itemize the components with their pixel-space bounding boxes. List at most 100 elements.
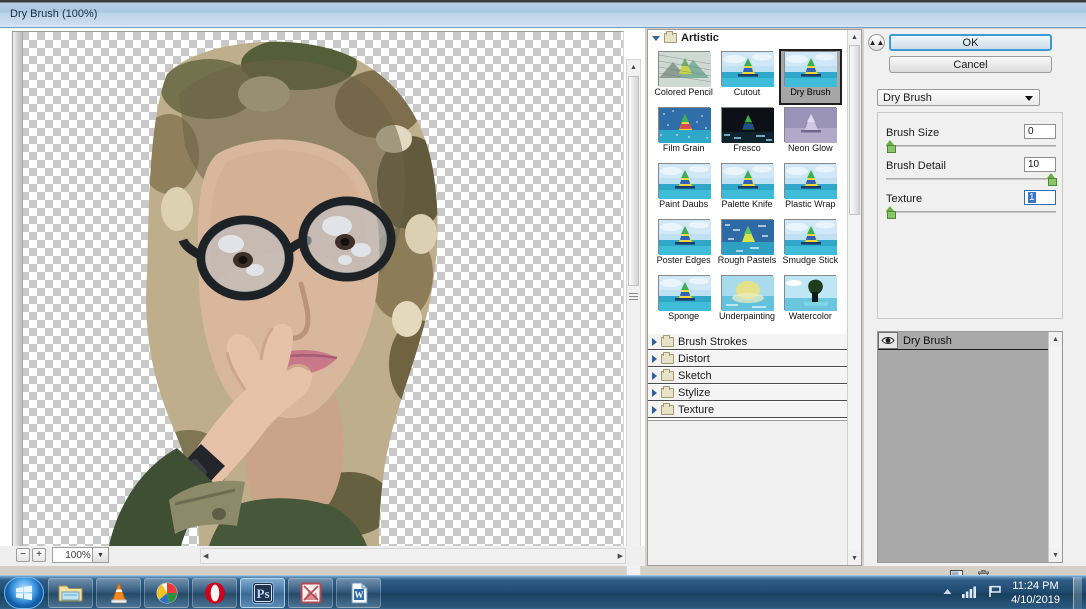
scroll-up-icon[interactable]: ▲ bbox=[627, 60, 640, 74]
filter-preview-image bbox=[657, 107, 711, 143]
filter-label: Smudge Stick bbox=[782, 255, 839, 265]
category-label: Sketch bbox=[678, 369, 712, 382]
filter-thumbnail-sponge[interactable]: Sponge bbox=[652, 273, 715, 329]
chevron-down-icon[interactable] bbox=[652, 35, 660, 41]
filter-thumbnail-dry-brush[interactable]: Dry Brush bbox=[778, 49, 842, 105]
filter-thumbnail-cutout[interactable]: Cutout bbox=[715, 49, 778, 105]
action-center-icon[interactable] bbox=[988, 585, 1002, 601]
eye-visibility-icon[interactable] bbox=[878, 332, 898, 349]
gallery-scrollbar-thumb[interactable] bbox=[849, 45, 860, 215]
filter-thumbnail-rough-pastels[interactable]: Rough Pastels bbox=[715, 217, 778, 273]
category-row-distort[interactable]: Distort bbox=[648, 350, 848, 367]
svg-text:Ps: Ps bbox=[256, 586, 269, 601]
chevron-right-icon[interactable] bbox=[652, 337, 657, 346]
slider-knob-brush-size[interactable] bbox=[886, 140, 896, 153]
filter-label: Neon Glow bbox=[788, 143, 833, 153]
effect-layer-list[interactable]: Dry Brush ▲ ▼ bbox=[877, 331, 1063, 563]
effect-layer-scrollbar[interactable]: ▲ ▼ bbox=[1048, 332, 1062, 562]
layer-scroll-down-icon[interactable]: ▼ bbox=[1049, 548, 1062, 562]
taskbar-item-opera-browser[interactable] bbox=[192, 578, 237, 608]
scroll-right-icon[interactable]: ▶ bbox=[618, 552, 623, 560]
image-preview-canvas[interactable] bbox=[12, 31, 624, 559]
windows-taskbar: Ps W 11:24 PM 4/10/2019 bbox=[0, 575, 1086, 609]
filter-thumbnail-plastic-wrap[interactable]: Plastic Wrap bbox=[779, 161, 842, 217]
filter-label: Paint Daubs bbox=[659, 199, 709, 209]
taskbar-item-paint-net[interactable] bbox=[144, 578, 189, 608]
window-titlebar[interactable]: Dry Brush (100%) bbox=[0, 0, 1086, 28]
ok-button[interactable]: OK bbox=[889, 34, 1052, 51]
slider-value-texture[interactable]: 1 bbox=[1024, 190, 1056, 205]
chevron-right-icon[interactable] bbox=[652, 405, 657, 414]
slider-track-brush-detail[interactable] bbox=[886, 178, 1056, 180]
taskbar-item-microsoft-word[interactable]: W bbox=[336, 578, 381, 608]
filter-thumbnail-palette-knife[interactable]: Palette Knife bbox=[715, 161, 778, 217]
filter-label: Colored Pencil bbox=[654, 87, 713, 97]
gallery-scroll-down-icon[interactable]: ▼ bbox=[848, 551, 861, 565]
slider-knob-texture[interactable] bbox=[886, 206, 896, 219]
filter-thumbnail-poster-edges[interactable]: Poster Edges bbox=[652, 217, 715, 273]
category-row-stylize[interactable]: Stylize bbox=[648, 384, 848, 401]
zoom-level-dropdown-icon[interactable]: ▼ bbox=[92, 547, 109, 563]
category-artistic-header[interactable]: Artistic bbox=[648, 30, 848, 46]
filter-preview-image bbox=[784, 163, 838, 199]
gallery-scroll-up-icon[interactable]: ▲ bbox=[848, 30, 861, 44]
signal-bars-glyph bbox=[962, 586, 977, 598]
slider-track-texture[interactable] bbox=[886, 211, 1056, 213]
filter-thumbnail-smudge-stick[interactable]: Smudge Stick bbox=[779, 217, 842, 273]
preview-vertical-scrollbar[interactable]: ▲ ▼ bbox=[626, 59, 641, 587]
chevron-right-icon[interactable] bbox=[652, 354, 657, 363]
effect-layer-item[interactable]: Dry Brush bbox=[878, 332, 1049, 350]
filter-thumbnail-colored-pencil[interactable]: Colored Pencil bbox=[652, 49, 715, 105]
folder-icon bbox=[661, 368, 674, 381]
paint-palette-icon bbox=[156, 582, 177, 604]
folder-icon bbox=[661, 402, 674, 415]
category-row-sketch[interactable]: Sketch bbox=[648, 367, 848, 384]
filter-thumbnail-fresco[interactable]: Fresco bbox=[715, 105, 778, 161]
filter-label: Plastic Wrap bbox=[785, 199, 836, 209]
panel-splitter-handle[interactable] bbox=[622, 273, 644, 319]
slider-knob-brush-detail[interactable] bbox=[1047, 173, 1057, 186]
layer-scroll-up-icon[interactable]: ▲ bbox=[1049, 332, 1062, 346]
category-row-texture[interactable]: Texture bbox=[648, 401, 848, 418]
filter-thumbnail-film-grain[interactable]: Film Grain bbox=[652, 105, 715, 161]
filter-label: Poster Edges bbox=[656, 255, 711, 265]
zoom-out-button[interactable]: − bbox=[16, 548, 30, 562]
chevron-down-icon[interactable] bbox=[1025, 96, 1033, 101]
collapse-panel-icon[interactable]: ▲▲ bbox=[868, 34, 885, 51]
network-signal-icon[interactable] bbox=[962, 585, 979, 601]
clock-time: 11:24 PM bbox=[1012, 580, 1059, 592]
chevron-right-icon[interactable] bbox=[652, 371, 657, 380]
slider-value-brush-size[interactable]: 0 bbox=[1024, 124, 1056, 139]
scroll-left-icon[interactable]: ◀ bbox=[203, 552, 208, 560]
show-hidden-icons-icon[interactable] bbox=[942, 587, 953, 599]
filter-preview-image bbox=[784, 275, 838, 311]
folder-icon bbox=[661, 334, 674, 347]
cancel-button[interactable]: Cancel bbox=[889, 56, 1052, 73]
chevron-right-icon[interactable] bbox=[652, 388, 657, 397]
filter-preview-image bbox=[720, 163, 774, 199]
filter-settings-panel: ▲▲ OK Cancel Dry Brush Brush Size 0 Brush … bbox=[864, 29, 1086, 583]
taskbar-clock[interactable]: 11:24 PM 4/10/2019 bbox=[1011, 579, 1060, 607]
gallery-vertical-scrollbar[interactable]: ▲ ▼ bbox=[847, 30, 861, 565]
system-tray: 11:24 PM 4/10/2019 bbox=[942, 576, 1082, 609]
taskbar-item-vlc-media-player[interactable] bbox=[96, 578, 141, 608]
filter-thumbnail-watercolor[interactable]: Watercolor bbox=[779, 273, 842, 329]
category-row-brush-strokes[interactable]: Brush Strokes bbox=[648, 333, 848, 350]
filter-thumbnail-neon-glow[interactable]: Neon Glow bbox=[779, 105, 842, 161]
taskbar-item-picture-manager[interactable] bbox=[288, 578, 333, 608]
start-button[interactable] bbox=[4, 577, 44, 609]
show-desktop-button[interactable] bbox=[1073, 577, 1082, 609]
filter-thumbnail-paint-daubs[interactable]: Paint Daubs bbox=[652, 161, 715, 217]
scrollbar-thumb[interactable] bbox=[628, 76, 639, 286]
preview-horizontal-scrollbar[interactable]: ◀ ▶ bbox=[200, 548, 626, 564]
filter-preview-image bbox=[657, 275, 711, 311]
slider-value-brush-detail[interactable]: 10 bbox=[1024, 157, 1056, 172]
taskbar-item-adobe-photoshop[interactable]: Ps bbox=[240, 578, 285, 608]
taskbar-item-windows-explorer[interactable] bbox=[48, 578, 93, 608]
filter-preset-dropdown[interactable]: Dry Brush bbox=[877, 89, 1040, 106]
slider-track-brush-size[interactable] bbox=[886, 145, 1056, 147]
filter-thumbnail-underpainting[interactable]: Underpainting bbox=[715, 273, 778, 329]
zoom-in-button[interactable]: + bbox=[32, 548, 46, 562]
slider-label-texture: Texture bbox=[886, 193, 923, 205]
slider-value-text: 10 bbox=[1028, 159, 1040, 170]
